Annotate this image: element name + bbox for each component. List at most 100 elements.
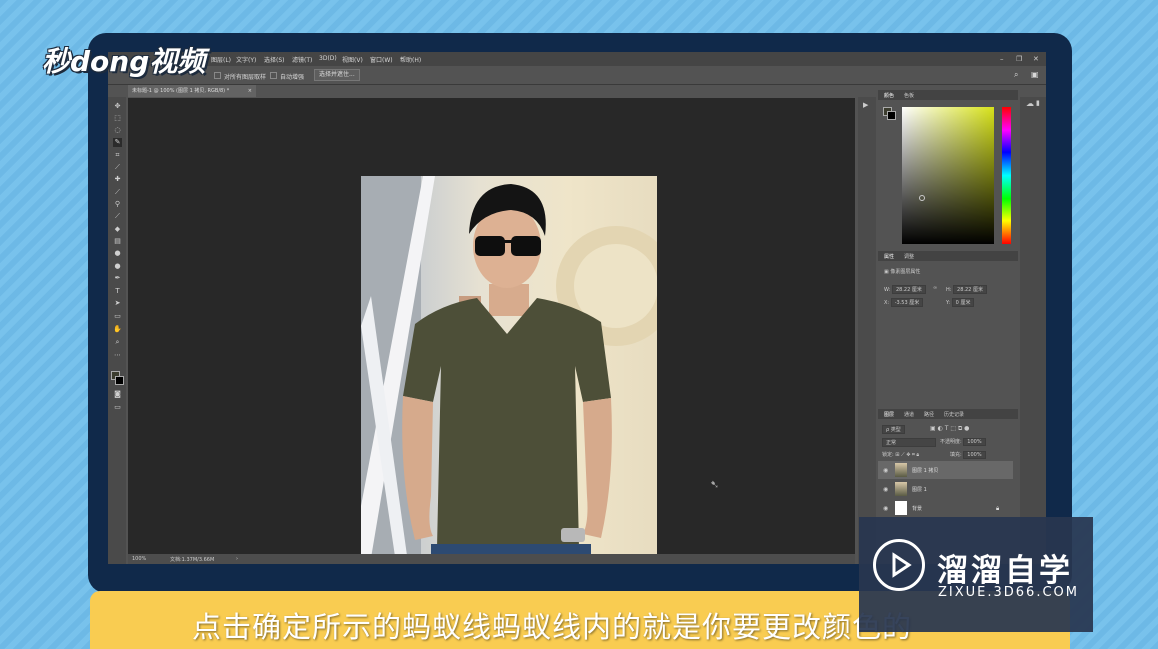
blur-tool-icon[interactable]: ● xyxy=(113,249,122,258)
path-selection-icon[interactable]: ➤ xyxy=(113,299,122,308)
lock-pixels-icon[interactable]: ⊞ xyxy=(895,452,899,458)
lock-label: 锁定: xyxy=(882,452,894,458)
tab-swatches[interactable]: 色板 xyxy=(904,92,914,99)
history-brush-icon[interactable]: ⟋ xyxy=(113,212,122,221)
x-value[interactable]: -3.53 厘米 xyxy=(890,298,924,307)
visibility-eye-icon[interactable]: ◉ xyxy=(883,467,888,474)
screen-mode-icon[interactable]: ▭ xyxy=(113,403,122,412)
layer-filter[interactable]: ρ 类型 xyxy=(882,425,905,434)
layer-row[interactable]: ◉ 背景 🔒︎ xyxy=(878,499,1013,517)
select-and-mask-button[interactable]: 选择并遮住... xyxy=(314,69,360,81)
gradient-tool-icon[interactable]: ▤ xyxy=(113,237,122,246)
zoom-tool-icon[interactable]: ⌕ xyxy=(113,338,122,347)
play-icon[interactable]: ▶ xyxy=(863,101,868,109)
marquee-tool-icon[interactable]: ⬚ xyxy=(113,114,122,123)
layers-panel-tabs: 图层 通道 路径 历史记录 xyxy=(878,409,1018,419)
blend-mode[interactable]: 正常 xyxy=(882,438,936,447)
link-dimensions-icon[interactable]: ∞ xyxy=(933,285,937,291)
tab-adjustments[interactable]: 调整 xyxy=(904,253,914,260)
dock-panel-icon[interactable]: ▮ xyxy=(1036,99,1040,107)
close-tab-icon[interactable]: × xyxy=(248,85,252,97)
dodge-tool-icon[interactable]: ● xyxy=(113,262,122,271)
canvas-area[interactable]: ➷ xyxy=(128,98,855,564)
options-bar: 对所有图层取样 自动增强 选择并遮住... ⌕ ▣ xyxy=(108,66,1046,85)
background-color-swatch[interactable] xyxy=(115,376,124,385)
mouse-cursor-icon: ➷ xyxy=(710,478,720,491)
x-position-field[interactable]: X: -3.53 厘米 xyxy=(884,298,924,307)
filter-toggle-icon[interactable]: ● xyxy=(964,425,969,432)
clone-stamp-icon[interactable]: ⚲ xyxy=(113,200,122,209)
fill-control[interactable]: 填充: 100% xyxy=(950,451,986,459)
lock-all-icon[interactable]: 🔒︎ xyxy=(916,452,919,458)
auto-enhance-checkbox[interactable] xyxy=(270,72,277,79)
restore-icon[interactable]: ❐ xyxy=(1016,55,1022,63)
layer-filter-select[interactable]: ρ 类型 xyxy=(882,425,905,434)
tab-layers[interactable]: 图层 xyxy=(884,411,894,418)
quick-selection-tool-icon[interactable]: ✎ xyxy=(113,138,122,147)
opacity-control[interactable]: 不透明度: 100% xyxy=(940,438,986,446)
tab-color[interactable]: 颜色 xyxy=(884,92,894,99)
workspace-icon[interactable]: ▣ xyxy=(1031,70,1039,79)
tab-paths[interactable]: 路径 xyxy=(924,411,934,418)
close-window-icon[interactable]: ✕ xyxy=(1033,55,1039,63)
filter-shape-icon[interactable]: ⬚ xyxy=(950,425,956,432)
blend-mode-select[interactable]: 正常 xyxy=(882,438,936,447)
menu-view[interactable]: 视图(V) xyxy=(342,55,363,64)
fill-value[interactable]: 100% xyxy=(963,451,986,459)
crop-tool-icon[interactable]: ⌗ xyxy=(113,151,122,160)
tab-channels[interactable]: 通道 xyxy=(904,411,914,418)
quick-mask-icon[interactable]: ◙ xyxy=(113,390,122,399)
layer-row[interactable]: ◉ 图层 1 拷贝 xyxy=(878,461,1013,479)
pen-tool-icon[interactable]: ✒ xyxy=(113,274,122,283)
watermark-play-icon xyxy=(873,539,925,591)
width-value[interactable]: 28.22 厘米 xyxy=(891,285,926,294)
sample-all-layers-checkbox[interactable] xyxy=(214,72,221,79)
menu-3d[interactable]: 3D(D) xyxy=(319,55,337,62)
healing-brush-icon[interactable]: ✚ xyxy=(113,175,122,184)
move-tool-icon[interactable]: ✥ xyxy=(113,102,122,111)
tab-properties[interactable]: 属性 xyxy=(884,253,894,260)
menu-layer[interactable]: 图层(L) xyxy=(211,55,231,64)
opacity-value[interactable]: 100% xyxy=(963,438,986,446)
visibility-eye-icon[interactable]: ◉ xyxy=(883,505,888,512)
type-tool-icon[interactable]: T xyxy=(113,287,122,296)
hue-slider[interactable] xyxy=(1002,107,1011,244)
y-position-field[interactable]: Y: 0 厘米 xyxy=(946,298,975,307)
status-menu-arrow-icon[interactable]: › xyxy=(236,556,238,562)
minimize-icon[interactable]: – xyxy=(1000,55,1004,63)
eyedropper-tool-icon[interactable]: ⟋ xyxy=(113,163,122,172)
tab-history[interactable]: 历史记录 xyxy=(944,411,964,418)
filter-type-icon[interactable]: T xyxy=(945,425,949,432)
color-field[interactable] xyxy=(902,107,994,244)
menu-filter[interactable]: 滤镜(T) xyxy=(292,55,312,64)
eraser-tool-icon[interactable]: ◆ xyxy=(113,225,122,234)
hand-tool-icon[interactable]: ✋ xyxy=(113,325,122,334)
menu-select[interactable]: 选择(S) xyxy=(264,55,285,64)
zoom-level[interactable]: 100% xyxy=(132,556,146,562)
filter-pixel-icon[interactable]: ▣ xyxy=(930,425,936,432)
libraries-icon[interactable]: ☁ xyxy=(1026,99,1034,108)
lock-position-icon[interactable]: ✥ xyxy=(906,452,910,458)
color-background-swatch[interactable] xyxy=(887,111,896,120)
menu-type[interactable]: 文字(Y) xyxy=(236,55,256,64)
brush-tool-icon[interactable]: ⟋ xyxy=(113,188,122,197)
rectangle-tool-icon[interactable]: ▭ xyxy=(113,312,122,321)
y-value[interactable]: 0 厘米 xyxy=(951,298,975,307)
more-tools-icon[interactable]: ⋯ xyxy=(113,351,122,360)
filter-smart-icon[interactable]: ⧉ xyxy=(958,425,962,432)
menu-window[interactable]: 窗口(W) xyxy=(370,55,393,64)
lock-artboard-icon[interactable]: ⌗ xyxy=(912,452,915,458)
opacity-label: 不透明度: xyxy=(940,439,962,445)
height-field[interactable]: H: 28.22 厘米 xyxy=(946,285,987,294)
filter-adjustment-icon[interactable]: ◐ xyxy=(938,425,943,432)
height-value[interactable]: 28.22 厘米 xyxy=(953,285,987,294)
width-field[interactable]: W: 28.22 厘米 xyxy=(884,285,926,294)
document-photo[interactable] xyxy=(361,176,657,564)
layer-row[interactable]: ◉ 图层 1 xyxy=(878,480,1013,498)
search-icon[interactable]: ⌕ xyxy=(1014,70,1018,80)
visibility-eye-icon[interactable]: ◉ xyxy=(883,486,888,493)
document-tab[interactable]: 未标题-1 @ 100% (图层 1 拷贝, RGB/8) * × xyxy=(128,85,256,97)
lasso-tool-icon[interactable]: ◌ xyxy=(113,126,122,135)
menu-help[interactable]: 帮助(H) xyxy=(400,55,421,64)
lock-brush-icon[interactable]: ⟋ xyxy=(901,452,905,458)
